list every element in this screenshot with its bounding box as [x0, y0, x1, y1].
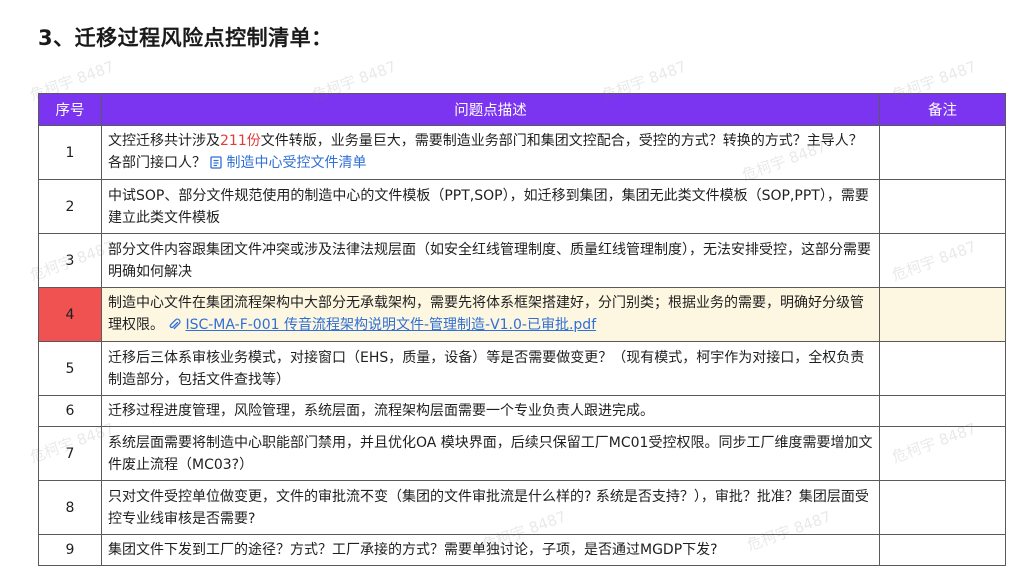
row-note[interactable] — [879, 534, 1006, 566]
table-row: 2 中试SOP、部分文件规范使用的制造中心的文件模板（PPT,SOP），如迁移到… — [38, 179, 1006, 234]
row-note[interactable] — [879, 125, 1006, 180]
row-description: 制造中心文件在集团流程架构中大部分无承载架构，需要先将体系框架搭建好，分门别类；… — [101, 287, 880, 342]
row-description: 集团文件下发到工厂的途径？方式？工厂承接的方式？需要单独讨论，子项，是否通过MG… — [101, 534, 880, 566]
row-description: 迁移过程进度管理，风险管理，系统层面，流程架构层面需要一个专业负责人跟进完成。 — [101, 395, 880, 427]
row-description: 迁移后三体系审核业务模式，对接窗口（EHS，质量，设备）等是否需要做变更？（现有… — [101, 341, 880, 396]
row-note[interactable] — [879, 179, 1006, 234]
architecture-pdf-link[interactable]: ISC-MA-F-001 传音流程架构说明文件-管理制造-V1.0-已审批.pd… — [168, 317, 596, 333]
row-index: 1 — [38, 125, 102, 180]
table-row: 3 部分文件内容跟集团文件冲突或涉及法律法规层面（如安全红线管理制度、质量红线管… — [38, 233, 1006, 288]
table-row: 5 迁移后三体系审核业务模式，对接窗口（EHS，质量，设备）等是否需要做变更？（… — [38, 341, 1006, 396]
link-label: ISC-MA-F-001 传音流程架构说明文件-管理制造-V1.0-已审批.pd… — [185, 316, 597, 333]
page-title: 3、迁移过程风险点控制清单： — [38, 26, 333, 50]
table-row: 1 文控迁移共计涉及211份文件转版，业务量巨大，需要制造业务部门和集团文控配合… — [38, 125, 1006, 180]
row-note[interactable] — [879, 426, 1006, 481]
header-index: 序号 — [38, 93, 102, 126]
row-index: 5 — [38, 341, 102, 396]
row-description: 中试SOP、部分文件规范使用的制造中心的文件模板（PPT,SOP），如迁移到集团… — [101, 179, 880, 234]
document-count: 211份 — [220, 132, 261, 149]
description-text: 文控迁移共计涉及 — [108, 132, 220, 149]
table-row: 4 制造中心文件在集团流程架构中大部分无承载架构，需要先将体系框架搭建好，分门别… — [38, 287, 1006, 342]
table-row: 9 集团文件下发到工厂的途径？方式？工厂承接的方式？需要单独讨论，子项，是否通过… — [38, 534, 1006, 566]
row-index: 7 — [38, 426, 102, 481]
row-note[interactable] — [879, 341, 1006, 396]
row-index: 6 — [38, 395, 102, 427]
document-icon — [210, 154, 223, 176]
row-note[interactable] — [879, 395, 1006, 427]
controlled-file-list-link[interactable]: 制造中心受控文件清单 — [210, 155, 366, 171]
row-note[interactable] — [879, 287, 1006, 342]
row-index: 3 — [38, 233, 102, 288]
header-note: 备注 — [879, 93, 1006, 126]
row-index: 4 — [38, 287, 102, 342]
link-label: 制造中心受控文件清单 — [226, 154, 367, 171]
table-row: 7 系统层面需要将制造中心职能部门禁用，并且优化OA 模块界面，后续只保留工厂M… — [38, 426, 1006, 481]
row-description: 部分文件内容跟集团文件冲突或涉及法律法规层面（如安全红线管理制度、质量红线管理制… — [101, 233, 880, 288]
table-header-row: 序号 问题点描述 备注 — [38, 93, 1006, 126]
header-description: 问题点描述 — [101, 93, 880, 126]
row-index: 9 — [38, 534, 102, 566]
row-note[interactable] — [879, 233, 1006, 288]
paperclip-icon — [168, 316, 182, 338]
row-description: 文控迁移共计涉及211份文件转版，业务量巨大，需要制造业务部门和集团文控配合，受… — [101, 125, 880, 180]
row-index: 8 — [38, 480, 102, 535]
row-index: 2 — [38, 179, 102, 234]
row-note[interactable] — [879, 480, 1006, 535]
risk-control-table: 序号 问题点描述 备注 1 文控迁移共计涉及211份文件转版，业务量巨大，需要制… — [38, 93, 1006, 566]
table-row: 6 迁移过程进度管理，风险管理，系统层面，流程架构层面需要一个专业负责人跟进完成… — [38, 395, 1006, 427]
row-description: 系统层面需要将制造中心职能部门禁用，并且优化OA 模块界面，后续只保留工厂MC0… — [101, 426, 880, 481]
table-row: 8 只对文件受控单位做变更，文件的审批流不变（集团的文件审批流是什么样的? 系统… — [38, 480, 1006, 535]
row-description: 只对文件受控单位做变更，文件的审批流不变（集团的文件审批流是什么样的? 系统是否… — [101, 480, 880, 535]
